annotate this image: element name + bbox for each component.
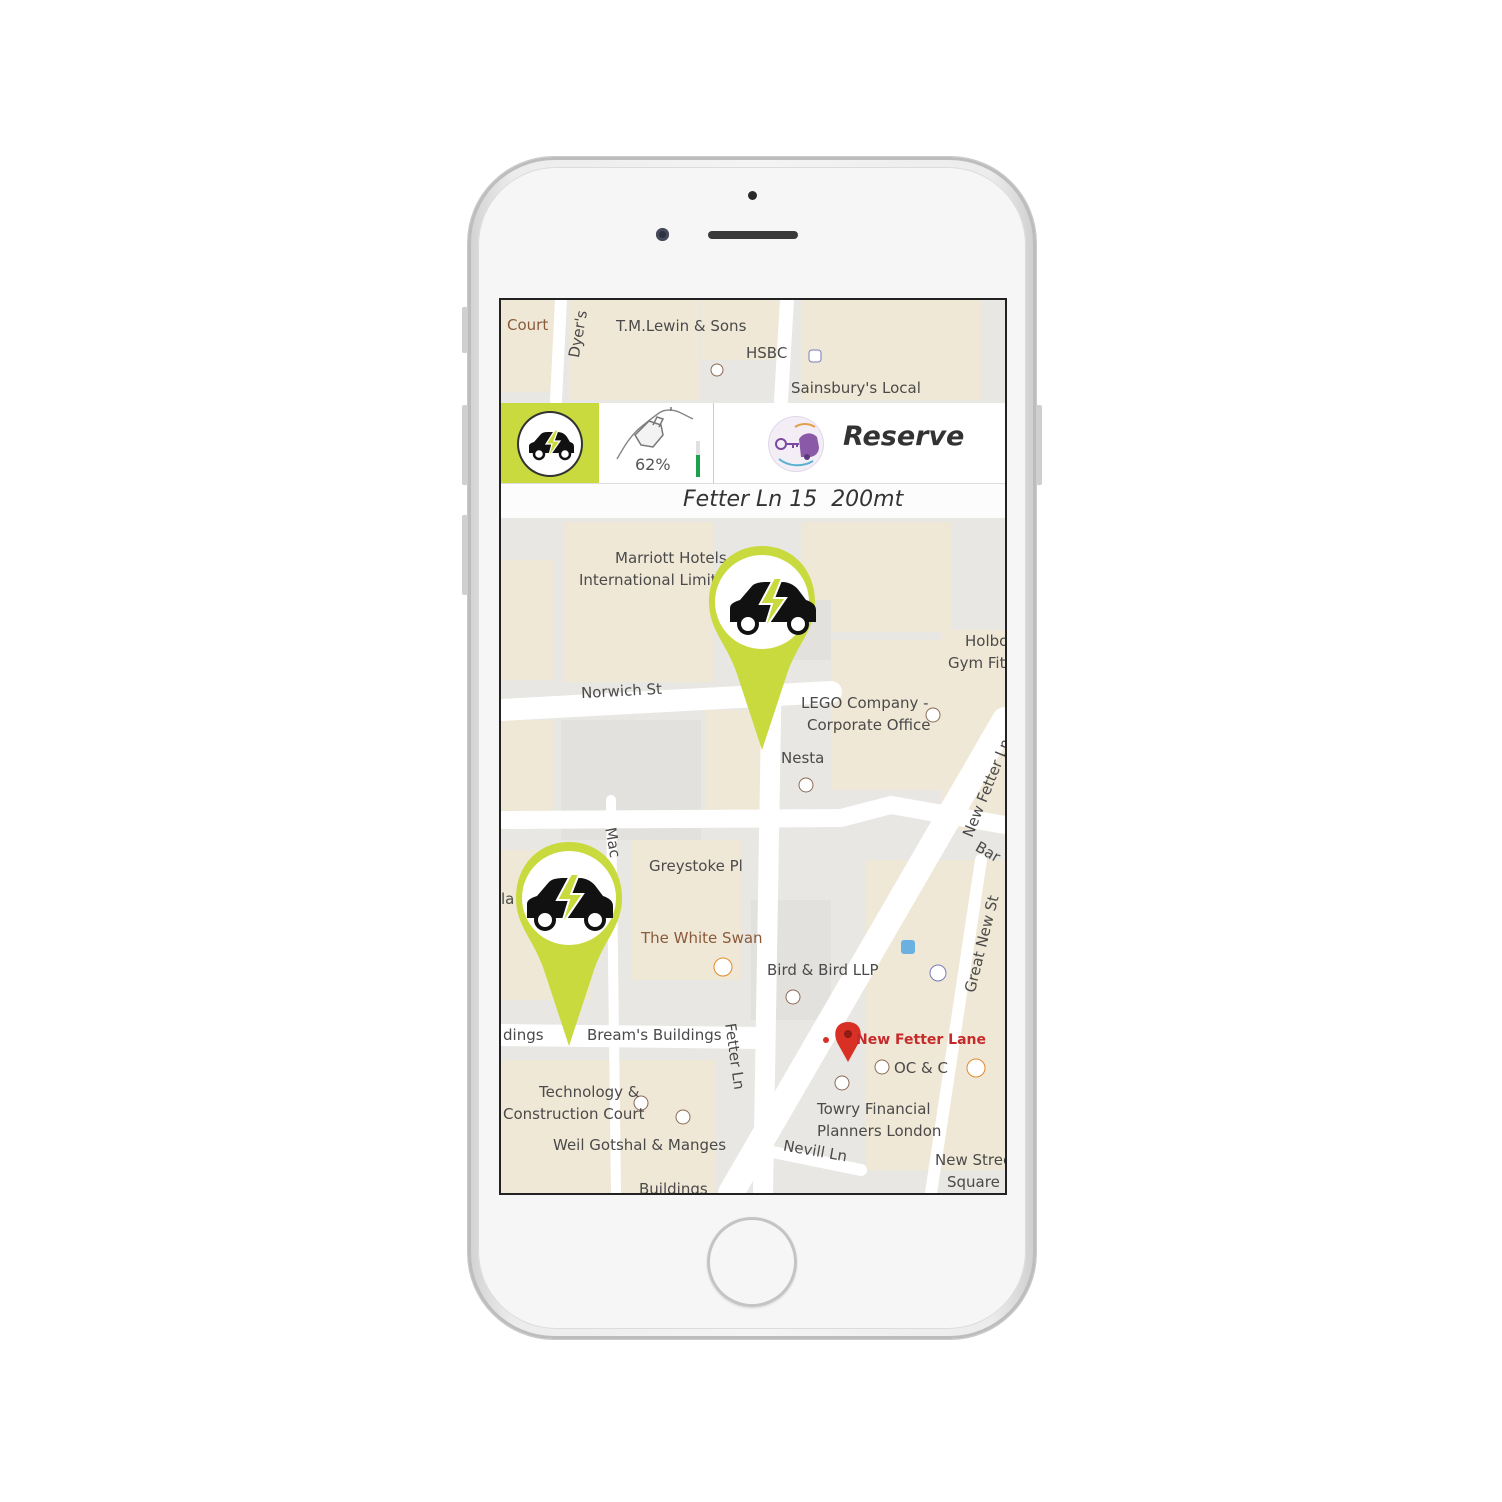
charge-level-bar — [696, 441, 700, 477]
map-label-la: la — [501, 890, 515, 908]
volume-down-button — [462, 515, 468, 595]
earpiece-speaker — [708, 231, 798, 239]
map-label-tech: Technology & — [539, 1083, 640, 1101]
map-label-oc-c: OC & C — [894, 1059, 948, 1077]
map-label-holborn-2: Gym Fitr — [948, 654, 1005, 672]
key-car-icon[interactable] — [769, 417, 823, 471]
home-button[interactable] — [707, 1217, 797, 1307]
vehicle-type-tile[interactable] — [501, 403, 599, 483]
map-label-bird-bird: Bird & Bird LLP — [767, 961, 879, 979]
map-label-tech-2: Construction Court — [503, 1105, 645, 1123]
power-button — [1036, 405, 1042, 485]
map-label-buildings-bottom: Buildings — [639, 1180, 708, 1193]
map-label-white-swan: The White Swan — [641, 929, 763, 947]
mute-switch — [462, 307, 468, 353]
charge-status: 62% — [605, 403, 714, 483]
map-label-hsbc: HSBC — [746, 344, 788, 362]
front-camera — [656, 228, 669, 241]
vehicle-info-bar: 62% Reserve — [501, 403, 1005, 484]
ev-car-icon — [519, 413, 581, 475]
map-label-tm-lewin: T.M.Lewin & Sons — [616, 317, 747, 335]
ev-station-pin-2[interactable] — [514, 840, 624, 1048]
volume-up-button — [462, 405, 468, 485]
ev-station-pin-1[interactable] — [707, 544, 817, 752]
app-screen: Court Dyer's T.M.Lewin & Sons HSBC Sains… — [501, 300, 1005, 1193]
map-label-towry: Towry Financial — [817, 1100, 931, 1118]
charge-level-fill — [696, 454, 700, 477]
map-label-new-street: New Stree — [935, 1151, 1005, 1169]
address-strip: Fetter Ln 15 200mt — [501, 484, 1005, 518]
map-label-lego: LEGO Company - — [801, 694, 929, 712]
map-label-lego-2: Corporate Office — [807, 716, 931, 734]
map-label-sainsburys: Sainsbury's Local — [791, 379, 921, 397]
station-address: Fetter Ln 15 200mt — [683, 487, 904, 512]
map-label-weil: Weil Gotshal & Manges — [553, 1136, 727, 1154]
reserve-button[interactable]: Reserve — [843, 421, 964, 452]
charge-percent-label: 62% — [635, 455, 671, 474]
map-label-greystoke: Greystoke Pl — [649, 857, 743, 875]
fuel-pump-icon — [616, 407, 694, 460]
map-label-new-street-2: Square — [947, 1173, 1000, 1191]
map-label-court: Court — [507, 316, 549, 334]
map-label-holborn: Holbo — [965, 632, 1005, 650]
map-label-new-fetter-lane: New Fetter Lane — [856, 1032, 986, 1048]
proximity-sensor — [748, 191, 757, 200]
map-label-towry-2: Planners London — [817, 1122, 942, 1140]
